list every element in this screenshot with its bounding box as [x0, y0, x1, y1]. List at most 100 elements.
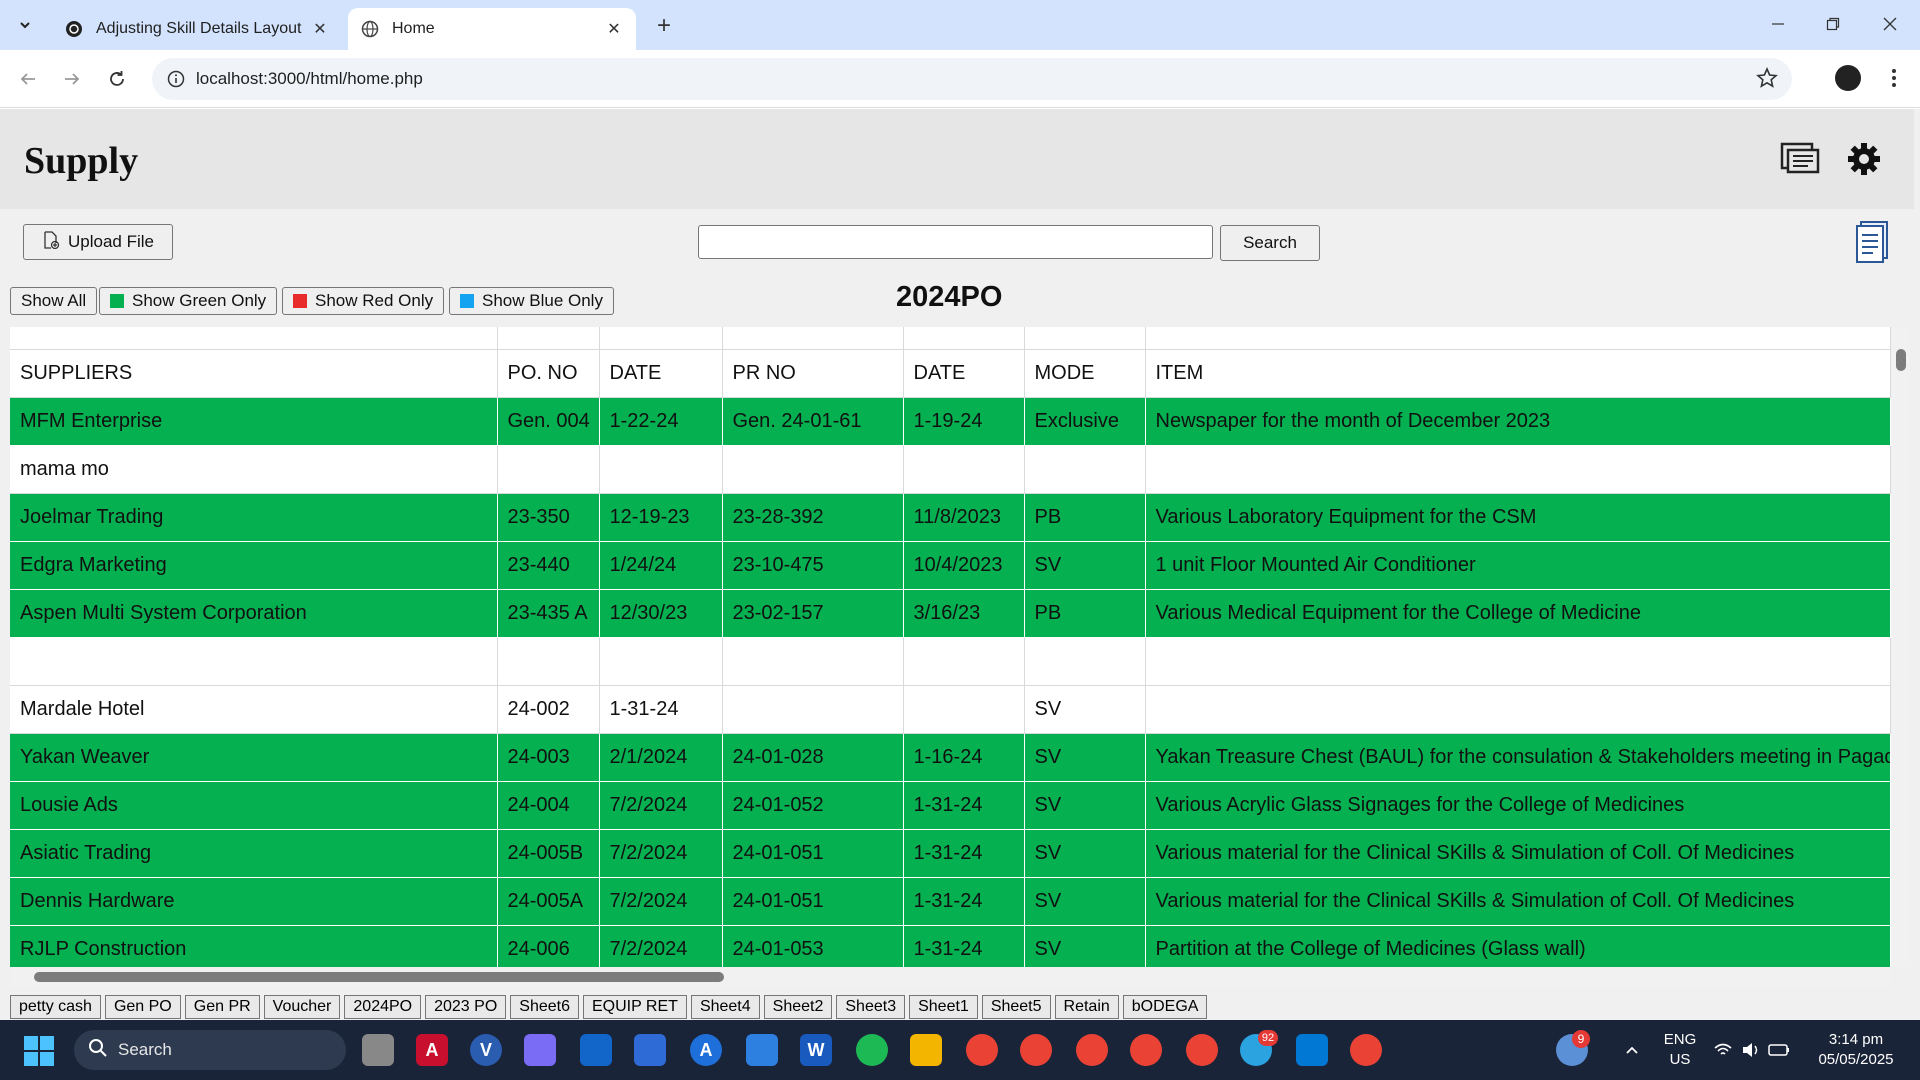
- bookmark-star-icon[interactable]: [1756, 66, 1778, 94]
- table-row[interactable]: Joelmar Trading 23-350 12-19-23 23-28-392 11…: [10, 493, 1891, 542]
- show-blue-button[interactable]: Show Blue Only: [449, 287, 614, 315]
- cell-mode: SV: [1024, 541, 1146, 590]
- table-row[interactable]: MFM Enterprise Gen. 004 1-22-24 Gen. 24-01-…: [10, 397, 1891, 446]
- chrome-icon[interactable]: [966, 1034, 998, 1066]
- table-row[interactable]: Aspen Multi System Corporation 23-435 A 12…: [10, 589, 1891, 638]
- copilot-icon[interactable]: [524, 1034, 556, 1066]
- table-row[interactable]: [10, 637, 1891, 686]
- app-store-icon[interactable]: A: [690, 1034, 722, 1066]
- cell-pr-date: 1-31-24: [903, 877, 1025, 926]
- sheet-tab[interactable]: Sheet1: [909, 995, 978, 1019]
- sheet-tab[interactable]: Sheet4: [690, 995, 760, 1019]
- taskbar-search[interactable]: Search: [74, 1030, 346, 1070]
- table-row[interactable]: Asiatic Trading 24-005B 7/2/2024 24-01-051 1…: [10, 829, 1891, 878]
- chrome-profile-icon[interactable]: [1076, 1034, 1108, 1066]
- cell-mode: [1024, 445, 1146, 494]
- chrome-profile-icon[interactable]: [1350, 1034, 1382, 1066]
- cell-pr-date: 11/8/2023: [903, 493, 1025, 542]
- column-header-mode[interactable]: MODE: [1024, 349, 1146, 398]
- column-header-pr-no[interactable]: PR NO: [722, 349, 904, 398]
- column-header-item[interactable]: ITEM: [1145, 349, 1891, 398]
- browser-menu-icon[interactable]: [1880, 64, 1908, 92]
- sheet-tab[interactable]: 2024PO: [344, 995, 422, 1019]
- reload-icon[interactable]: [101, 63, 133, 95]
- back-arrow-icon[interactable]: [12, 63, 44, 95]
- sheet-tab[interactable]: Sheet6: [510, 995, 579, 1019]
- file-explorer-icon[interactable]: [910, 1034, 942, 1066]
- sheet-tab[interactable]: Voucher: [263, 995, 341, 1019]
- column-header-supplier[interactable]: SUPPLIERS: [10, 349, 498, 398]
- table-row[interactable]: Yakan Weaver 24-003 2/1/2024 24-01-028 1-16-…: [10, 733, 1891, 782]
- table-row[interactable]: Mardale Hotel 24-002 1-31-24 SV: [10, 685, 1891, 734]
- column-header-po-no[interactable]: PO. NO: [497, 349, 600, 398]
- notepad-icon[interactable]: [746, 1034, 778, 1066]
- show-all-button[interactable]: Show All: [10, 287, 98, 315]
- wifi-volume-battery-icon[interactable]: [1712, 1034, 1792, 1066]
- close-tab-icon[interactable]: ✕: [602, 17, 626, 41]
- cell-supplier: Edgra Marketing: [10, 541, 498, 590]
- cell-po-date: [599, 637, 723, 686]
- cell-supplier: Yakan Weaver: [10, 733, 498, 782]
- restore-icon[interactable]: [1813, 8, 1853, 40]
- messages-icon[interactable]: [1780, 141, 1820, 184]
- cell-pr-no: 24-01-051: [722, 829, 904, 878]
- chrome-profile-icon[interactable]: [1020, 1034, 1052, 1066]
- sheet-tab[interactable]: Sheet5: [981, 995, 1051, 1019]
- close-tab-icon[interactable]: ✕: [308, 17, 332, 41]
- column-header-po-date[interactable]: DATE: [599, 349, 723, 398]
- word-icon[interactable]: W: [800, 1034, 832, 1066]
- show-red-button[interactable]: Show Red Only: [282, 287, 445, 315]
- vscode-icon[interactable]: [1296, 1034, 1328, 1066]
- vertical-scroll-thumb[interactable]: [1896, 349, 1906, 371]
- tab-active[interactable]: Home ✕: [348, 8, 636, 50]
- table-row[interactable]: Edgra Marketing 23-440 1/24/24 23-10-475 10/…: [10, 541, 1891, 590]
- spotify-icon[interactable]: [856, 1034, 888, 1066]
- chrome-profile-icon[interactable]: [1186, 1034, 1218, 1066]
- gear-icon[interactable]: [1846, 141, 1882, 182]
- search-button[interactable]: Search: [1220, 225, 1320, 261]
- site-info-icon[interactable]: [156, 59, 196, 99]
- sheet-tab[interactable]: bODEGA: [1122, 995, 1208, 1019]
- chrome-profile-icon[interactable]: [1130, 1034, 1162, 1066]
- table-row[interactable]: RJLP Construction 24-006 7/2/2024 24-01-053…: [10, 925, 1891, 967]
- minimize-icon[interactable]: [1758, 8, 1798, 40]
- table-row[interactable]: mama mo: [10, 445, 1891, 494]
- horizontal-scroll-thumb[interactable]: [34, 972, 724, 982]
- horizontal-scrollbar[interactable]: [10, 967, 1891, 987]
- document-icon[interactable]: [1855, 219, 1891, 268]
- table-row[interactable]: Dennis Hardware 24-005A 7/2/2024 24-01-051 1…: [10, 877, 1891, 926]
- sheet-tab[interactable]: petty cash: [10, 995, 101, 1019]
- cell-po-date: 1-22-24: [599, 397, 723, 446]
- chevron-up-icon[interactable]: [1616, 1034, 1648, 1066]
- language-indicator[interactable]: ENG US: [1660, 1030, 1700, 1070]
- windows-start-icon[interactable]: [24, 1036, 54, 1066]
- profile-avatar[interactable]: [1835, 65, 1861, 91]
- tab-search-chevron-icon[interactable]: [10, 10, 40, 40]
- acrobat-icon[interactable]: A: [416, 1034, 448, 1066]
- tab-inactive[interactable]: Adjusting Skill Details Layout ✕: [52, 8, 342, 50]
- forward-arrow-icon[interactable]: [56, 63, 88, 95]
- task-view-icon[interactable]: [362, 1034, 394, 1066]
- sheet-tab[interactable]: Gen PR: [184, 995, 260, 1019]
- sheet-tab[interactable]: EQUIP RET: [582, 995, 687, 1019]
- show-green-button[interactable]: Show Green Only: [99, 287, 278, 315]
- vpn-app-icon[interactable]: V: [470, 1034, 502, 1066]
- new-tab-plus-icon[interactable]: +: [650, 12, 678, 40]
- column-header-pr-date[interactable]: DATE: [903, 349, 1025, 398]
- close-window-icon[interactable]: [1870, 8, 1910, 40]
- sheet-tab[interactable]: Gen PO: [104, 995, 181, 1019]
- store-icon[interactable]: [580, 1034, 612, 1066]
- cell-po-date: [599, 445, 723, 494]
- sheet-tab[interactable]: Retain: [1054, 995, 1119, 1019]
- address-bar[interactable]: localhost:3000/html/home.php: [152, 58, 1792, 100]
- table-row[interactable]: Lousie Ads 24-004 7/2/2024 24-01-052 1-31-24…: [10, 781, 1891, 830]
- search-input[interactable]: [698, 225, 1213, 259]
- sheet-tab[interactable]: Sheet3: [836, 995, 906, 1019]
- clock[interactable]: 3:14 pm 05/05/2025: [1806, 1030, 1906, 1070]
- sheet-tab[interactable]: Sheet2: [763, 995, 833, 1019]
- snipping-tool-icon[interactable]: [634, 1034, 666, 1066]
- sheet-tab[interactable]: 2023 PO: [425, 995, 507, 1019]
- page-title: Supply: [24, 140, 139, 182]
- upload-file-button[interactable]: Upload File: [23, 224, 173, 260]
- vertical-scrollbar[interactable]: [1891, 327, 1910, 967]
